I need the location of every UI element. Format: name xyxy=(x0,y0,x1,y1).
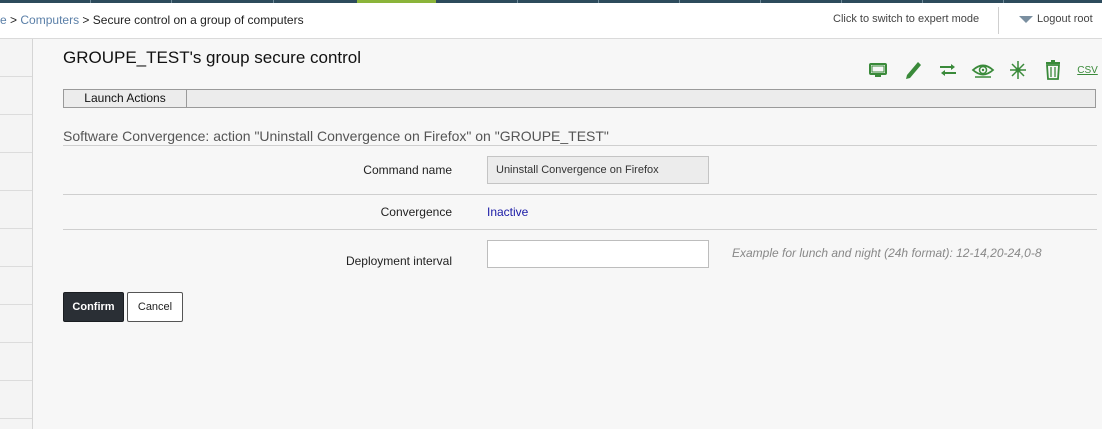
sidebar-item[interactable] xyxy=(0,115,32,153)
desktop-icon[interactable] xyxy=(860,58,895,82)
breadcrumb-current: Secure control on a group of computers xyxy=(92,13,304,27)
sidebar-item[interactable] xyxy=(0,381,32,419)
convergence-status: Inactive xyxy=(487,205,529,219)
breadcrumb-home-link[interactable]: e xyxy=(0,13,7,27)
sidebar-item[interactable] xyxy=(0,153,32,191)
pencil-icon[interactable] xyxy=(895,58,930,82)
section-title: Software Convergence: action "Uninstall … xyxy=(63,128,609,144)
sidebar-item[interactable] xyxy=(0,39,32,77)
breadcrumb-computers-link[interactable]: Computers xyxy=(20,13,79,27)
tab-bar: Launch Actions xyxy=(63,89,1096,108)
sidebar-item[interactable] xyxy=(0,191,32,229)
page-title: GROUPE_TEST's group secure control xyxy=(63,48,362,67)
deployment-interval-label: Deployment interval xyxy=(345,254,452,268)
sidebar-item[interactable] xyxy=(0,343,32,381)
trash-icon[interactable] xyxy=(1035,58,1070,82)
header-divider xyxy=(998,7,999,34)
header-bar: e > Computers > Secure control on a grou… xyxy=(0,3,1102,39)
sidebar-item[interactable] xyxy=(0,305,32,343)
sidebar-item[interactable] xyxy=(0,229,32,267)
csv-label: CSV xyxy=(1077,64,1098,76)
command-name-field[interactable] xyxy=(487,156,709,184)
deployment-interval-hint: Example for lunch and night (24h format)… xyxy=(732,246,1042,260)
sparkle-icon[interactable] xyxy=(1000,58,1035,82)
left-sidebar xyxy=(0,39,33,429)
breadcrumb-separator: > xyxy=(82,13,90,27)
logout-button[interactable]: Logout root xyxy=(1019,13,1093,25)
command-name-label: Command name xyxy=(363,163,452,177)
csv-icon[interactable]: CSV xyxy=(1070,58,1102,82)
divider xyxy=(63,145,1097,146)
breadcrumb-separator: > xyxy=(10,13,18,27)
expert-mode-toggle[interactable]: Click to switch to expert mode xyxy=(833,13,979,25)
confirm-button[interactable]: Confirm xyxy=(63,292,124,322)
tab-launch-actions[interactable]: Launch Actions xyxy=(64,90,187,107)
sidebar-item[interactable] xyxy=(0,77,32,115)
chevron-down-icon xyxy=(1019,15,1033,23)
eye-icon[interactable] xyxy=(965,58,1000,82)
convergence-label: Convergence xyxy=(380,205,452,219)
action-toolbar: CSV xyxy=(860,58,1102,82)
divider xyxy=(63,194,1097,195)
sidebar-item[interactable] xyxy=(0,267,32,305)
deployment-interval-input[interactable] xyxy=(487,240,709,268)
transfer-arrows-icon[interactable] xyxy=(930,58,965,82)
breadcrumb: e > Computers > Secure control on a grou… xyxy=(0,13,304,27)
logout-label: Logout root xyxy=(1037,13,1093,25)
divider xyxy=(63,229,1097,230)
cancel-button[interactable]: Cancel xyxy=(127,292,183,322)
